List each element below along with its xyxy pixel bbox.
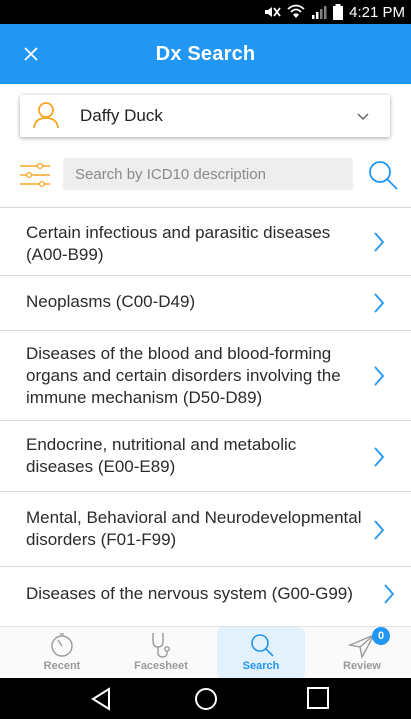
chevron-right-icon <box>384 584 395 604</box>
filter-icon[interactable] <box>20 162 50 188</box>
back-icon[interactable] <box>90 687 112 711</box>
page-title: Dx Search <box>155 42 256 65</box>
list-item[interactable]: Certain infectious and parasitic disease… <box>0 208 411 276</box>
review-badge: 0 <box>372 627 390 645</box>
chevron-right-icon <box>374 293 385 313</box>
search-icon <box>251 634 274 657</box>
signal-icon <box>312 6 327 19</box>
list-item-label: Neoplasms (C00-D49) <box>26 292 196 311</box>
chevron-down-icon <box>357 113 369 121</box>
list-item-label: Diseases of the blood and blood-forming … <box>26 344 341 407</box>
list-item-label: Diseases of the nervous system (G00-G99) <box>26 584 353 603</box>
battery-icon <box>333 4 344 20</box>
status-bar: 4:21 PM <box>0 0 411 24</box>
search-input[interactable] <box>63 158 353 190</box>
recents-icon[interactable] <box>307 687 329 709</box>
screen: 4:21 PM Dx Search Daffy Duck C <box>0 0 411 719</box>
nav-label: Search <box>242 660 280 672</box>
wifi-icon <box>287 4 305 18</box>
nav-search[interactable]: Search <box>217 627 305 679</box>
close-icon[interactable] <box>20 43 42 65</box>
nav-review[interactable]: 0 Review <box>318 627 406 679</box>
patient-selector[interactable]: Daffy Duck <box>20 95 390 137</box>
app-header: Dx Search <box>0 24 411 84</box>
system-nav-bar <box>0 678 411 719</box>
list-item[interactable]: Mental, Behavioral and Neurodevelopmenta… <box>0 492 411 567</box>
bottom-nav: Recent Facesheet Search 0 Review <box>0 626 411 679</box>
person-icon <box>33 102 59 129</box>
list-item-label: Mental, Behavioral and Neurodevelopmenta… <box>26 508 362 549</box>
mute-icon <box>265 7 281 17</box>
list-item[interactable]: Diseases of the nervous system (G00-G99) <box>0 567 411 627</box>
chevron-right-icon <box>374 520 385 540</box>
nav-label: Facesheet <box>134 660 188 672</box>
list-item-label: Certain infectious and parasitic disease… <box>26 223 331 264</box>
list-item-label: Endocrine, nutritional and metabolic dis… <box>26 435 297 476</box>
nav-label: Review <box>343 660 381 672</box>
stethoscope-icon <box>152 633 170 658</box>
nav-facesheet[interactable]: Facesheet <box>117 627 205 679</box>
list-item[interactable]: Endocrine, nutritional and metabolic dis… <box>0 421 411 492</box>
chevron-right-icon <box>374 447 385 467</box>
nav-recent[interactable]: Recent <box>18 627 106 679</box>
home-icon[interactable] <box>194 687 218 711</box>
nav-label: Recent <box>43 660 81 672</box>
timer-icon <box>51 633 73 657</box>
chevron-right-icon <box>374 366 385 386</box>
category-list: Certain infectious and parasitic disease… <box>0 208 411 627</box>
patient-name: Daffy Duck <box>80 106 163 125</box>
list-item[interactable]: Neoplasms (C00-D49) <box>0 276 411 331</box>
search-icon[interactable] <box>366 158 400 192</box>
chevron-right-icon <box>374 232 385 252</box>
list-item[interactable]: Diseases of the blood and blood-forming … <box>0 331 411 421</box>
status-time: 4:21 PM <box>349 3 405 21</box>
